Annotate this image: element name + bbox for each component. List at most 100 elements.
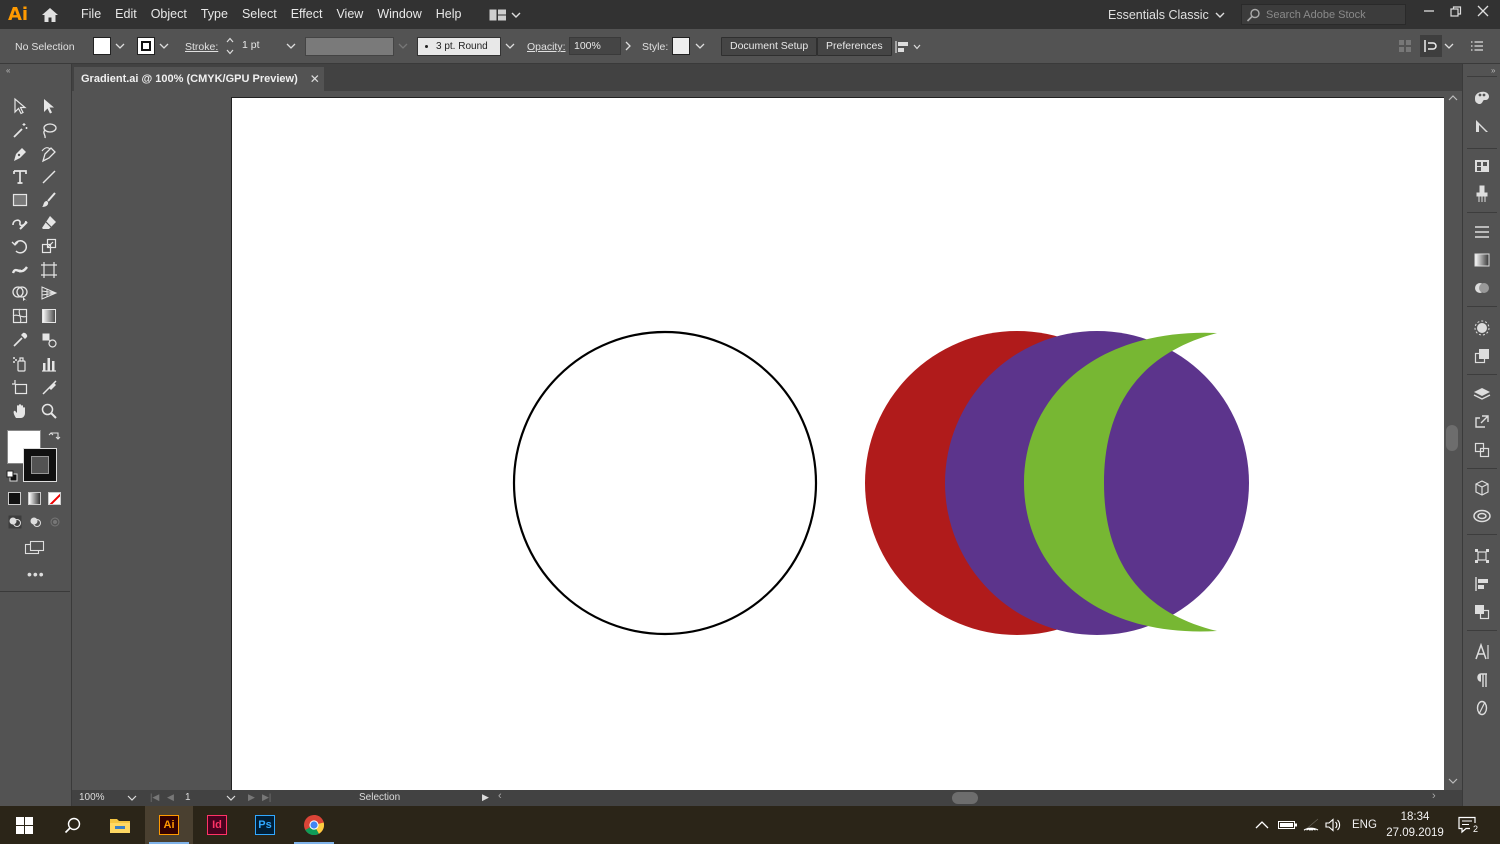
- color-mode-button[interactable]: [8, 492, 21, 505]
- gradient-panel-icon[interactable]: [1472, 250, 1492, 270]
- graphic-style-dropdown[interactable]: [693, 37, 707, 55]
- eraser-tool-icon[interactable]: [38, 213, 60, 233]
- menu-file[interactable]: File: [74, 0, 108, 29]
- fill-swatch[interactable]: [93, 37, 111, 55]
- panel-toggle-icon[interactable]: [1398, 39, 1412, 53]
- show-hidden-icons-button[interactable]: [1255, 806, 1269, 844]
- lasso-tool-icon[interactable]: [38, 120, 60, 140]
- photoshop-taskbar-button[interactable]: Ps: [241, 806, 289, 844]
- vertical-scroll-thumb[interactable]: [1446, 425, 1458, 451]
- volume-icon[interactable]: [1325, 806, 1343, 844]
- home-icon[interactable]: [36, 0, 64, 29]
- slice-tool-icon[interactable]: [38, 377, 60, 397]
- rotate-tool-icon[interactable]: [9, 236, 31, 256]
- swap-fill-stroke-icon[interactable]: [48, 430, 62, 442]
- stroke-dropdown[interactable]: [157, 37, 171, 55]
- menu-type[interactable]: Type: [194, 0, 235, 29]
- canvas-area[interactable]: [72, 91, 1444, 790]
- stroke-weight-input[interactable]: 1 pt: [238, 37, 284, 55]
- input-language[interactable]: ENG: [1352, 806, 1377, 844]
- action-center-button[interactable]: 2: [1458, 806, 1482, 844]
- artboard-number[interactable]: 1: [185, 792, 191, 803]
- transform-panel-icon[interactable]: [1472, 546, 1492, 566]
- shape-builder-tool-icon[interactable]: [9, 283, 31, 303]
- default-fill-stroke-icon[interactable]: [6, 470, 18, 482]
- perspective-grid-tool-icon[interactable]: [38, 283, 60, 303]
- opacity-flyout[interactable]: [621, 37, 635, 55]
- artboards-panel-icon[interactable]: [1472, 440, 1492, 460]
- paragraph-panel-icon[interactable]: [1472, 670, 1492, 690]
- zoom-tool-icon[interactable]: [38, 401, 60, 421]
- stroke-swatch[interactable]: [137, 37, 155, 55]
- opacity-input[interactable]: 100%: [569, 37, 621, 55]
- artboard[interactable]: [232, 98, 1444, 790]
- menu-select[interactable]: Select: [235, 0, 284, 29]
- outline-circle[interactable]: [512, 330, 818, 636]
- gradient-tool-icon[interactable]: [38, 306, 60, 326]
- menu-view[interactable]: View: [329, 0, 370, 29]
- swatches-panel-icon[interactable]: [1472, 156, 1492, 176]
- align-options-button[interactable]: [894, 38, 924, 56]
- magic-wand-tool-icon[interactable]: [9, 120, 31, 140]
- properties-toggle-button[interactable]: [1420, 35, 1442, 57]
- workspace-switcher[interactable]: Essentials Classic: [1108, 0, 1225, 29]
- first-artboard-icon[interactable]: |◀: [150, 792, 159, 803]
- edit-toolbar-icon[interactable]: •••: [27, 567, 45, 581]
- mesh-tool-icon[interactable]: [9, 306, 31, 326]
- type-tool-icon[interactable]: [9, 167, 31, 187]
- collapse-panel-icon[interactable]: «: [6, 66, 10, 75]
- draw-behind-icon[interactable]: [28, 515, 42, 529]
- artboard-tool-icon[interactable]: [9, 377, 31, 397]
- restore-button[interactable]: [1443, 0, 1469, 22]
- color-panel-icon[interactable]: [1472, 88, 1492, 108]
- zoom-level[interactable]: 100%: [79, 792, 105, 803]
- preferences-button[interactable]: Preferences: [817, 37, 892, 56]
- shaper-tool-icon[interactable]: [9, 213, 31, 233]
- layers-panel-icon[interactable]: [1472, 384, 1492, 404]
- artboard-dropdown-icon[interactable]: [226, 794, 236, 802]
- draw-normal-icon[interactable]: [8, 515, 22, 529]
- symbol-sprayer-tool-icon[interactable]: [9, 354, 31, 374]
- stroke-weight-stepper[interactable]: [224, 37, 236, 55]
- selection-tool-icon[interactable]: [9, 96, 31, 116]
- character-panel-icon[interactable]: [1472, 642, 1492, 662]
- fill-dropdown[interactable]: [113, 37, 127, 55]
- export-icon[interactable]: [1472, 412, 1492, 432]
- rectangle-tool-icon[interactable]: [9, 190, 31, 210]
- menu-window[interactable]: Window: [370, 0, 428, 29]
- stroke-label[interactable]: Stroke:: [185, 41, 218, 53]
- appearance-panel-icon[interactable]: [1472, 318, 1492, 338]
- minimize-button[interactable]: [1416, 0, 1442, 22]
- status-menu-icon[interactable]: ▶: [482, 792, 489, 803]
- scroll-down-icon[interactable]: [1448, 777, 1458, 785]
- libraries-panel-icon[interactable]: [1472, 478, 1492, 498]
- expand-panels-icon[interactable]: »: [1491, 66, 1495, 75]
- transparency-panel-icon[interactable]: [1472, 278, 1492, 298]
- eyedropper-tool-icon[interactable]: [9, 330, 31, 350]
- scroll-left-icon[interactable]: ‹: [498, 790, 502, 802]
- illustrator-logo[interactable]: Ai: [0, 0, 36, 29]
- zoom-dropdown-icon[interactable]: [127, 794, 137, 802]
- scroll-up-icon[interactable]: [1448, 94, 1458, 102]
- menu-edit[interactable]: Edit: [108, 0, 144, 29]
- file-explorer-button[interactable]: [96, 806, 144, 844]
- draw-inside-icon[interactable]: [48, 515, 62, 529]
- line-segment-tool-icon[interactable]: [38, 167, 60, 187]
- direct-selection-tool-icon[interactable]: [38, 96, 60, 116]
- vertical-scrollbar[interactable]: [1444, 91, 1462, 790]
- next-artboard-icon[interactable]: ▶: [248, 792, 255, 803]
- variable-width-profile[interactable]: [305, 37, 394, 56]
- creative-cloud-icon[interactable]: [1472, 506, 1492, 526]
- none-mode-button[interactable]: [48, 492, 61, 505]
- horizontal-scroll-thumb[interactable]: [952, 792, 978, 804]
- width-tool-icon[interactable]: [9, 260, 31, 280]
- close-window-button[interactable]: [1470, 0, 1496, 22]
- indesign-taskbar-button[interactable]: Id: [193, 806, 241, 844]
- search-input[interactable]: [1266, 8, 1401, 21]
- chrome-taskbar-button[interactable]: [290, 806, 338, 844]
- search-button[interactable]: [48, 806, 96, 844]
- menu-effect[interactable]: Effect: [284, 0, 330, 29]
- stroke-color-box[interactable]: [23, 448, 57, 482]
- blend-tool-icon[interactable]: [38, 330, 60, 350]
- menu-help[interactable]: Help: [429, 0, 469, 29]
